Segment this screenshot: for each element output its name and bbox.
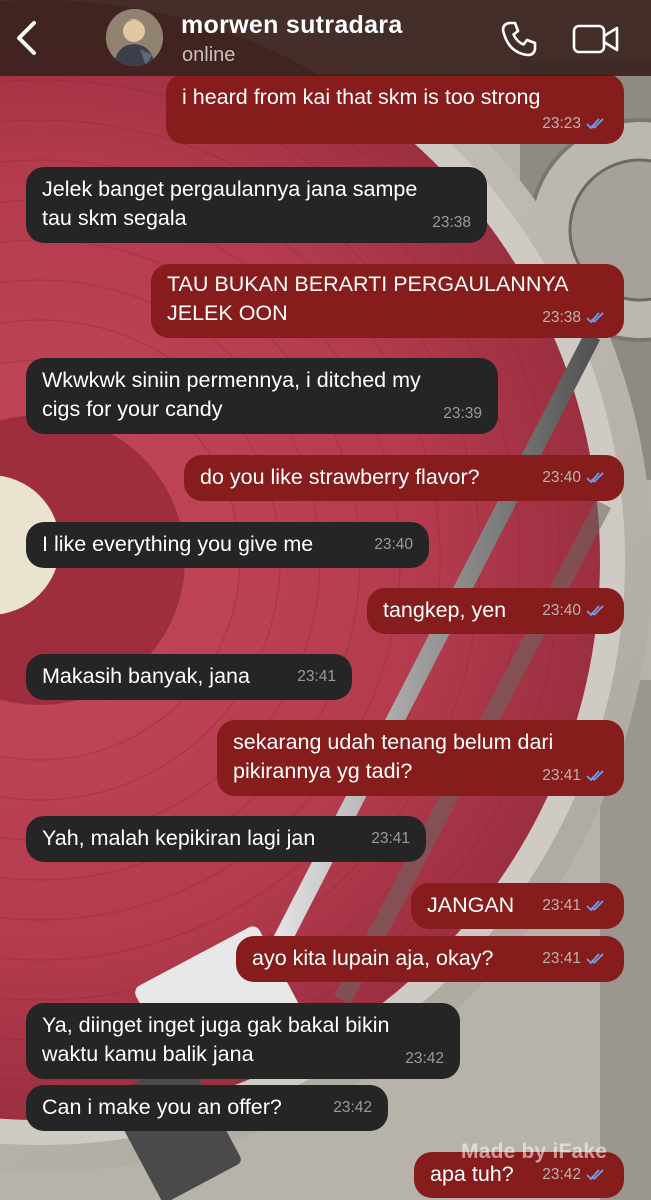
- message-meta: 23:38: [542, 303, 610, 332]
- outgoing-message[interactable]: ayo kita lupain aja, okay? 23:41: [236, 936, 624, 982]
- read-ticks-icon: [586, 953, 604, 965]
- message-meta: 23:41: [542, 891, 610, 920]
- message-text: Ya, diinget inget juga gak bakal bikin w…: [42, 1013, 390, 1066]
- video-call-button[interactable]: [572, 23, 620, 55]
- message-time: 23:38: [432, 214, 471, 231]
- message-time: 23:42: [333, 1099, 372, 1116]
- message-text: Wkwkwk siniin permennya, i ditched my ci…: [42, 368, 421, 421]
- outgoing-message[interactable]: JANGAN 23:41: [411, 883, 624, 929]
- message-time: 23:41: [542, 950, 581, 967]
- message-time: 23:41: [542, 767, 581, 784]
- incoming-message[interactable]: Ya, diinget inget juga gak bakal bikin w…: [26, 1003, 460, 1079]
- message-text: Can i make you an offer?: [42, 1095, 282, 1119]
- chat-header: morwen sutradara online: [0, 0, 651, 76]
- message-time: 23:39: [443, 405, 482, 422]
- message-time: 23:42: [542, 1166, 581, 1183]
- message-meta: 23:42: [405, 1044, 444, 1073]
- read-ticks-icon: [586, 1169, 604, 1181]
- message-meta: 23:40: [374, 530, 413, 559]
- message-meta: 23:40: [542, 463, 610, 492]
- outgoing-message[interactable]: tangkep, yen 23:40: [367, 588, 624, 634]
- incoming-message[interactable]: Makasih banyak, jana 23:41: [26, 654, 352, 700]
- incoming-message[interactable]: Can i make you an offer? 23:42: [26, 1085, 388, 1131]
- contact-name[interactable]: morwen sutradara: [181, 11, 403, 40]
- message-meta: 23:41: [542, 761, 610, 790]
- message-meta: 23:42: [542, 1160, 610, 1189]
- message-text: I like everything you give me: [42, 532, 314, 556]
- read-ticks-icon: [586, 472, 604, 484]
- message-time: 23:40: [542, 469, 581, 486]
- read-ticks-icon: [586, 770, 604, 782]
- contact-avatar[interactable]: [106, 9, 163, 66]
- message-time: 23:23: [542, 115, 581, 132]
- message-meta: 23:38: [432, 208, 471, 237]
- message-meta: 23:40: [542, 596, 610, 625]
- message-time: 23:38: [542, 309, 581, 326]
- outgoing-message[interactable]: TAU BUKAN BERARTI PERGAULANNYA JELEK OON…: [151, 264, 624, 338]
- phone-icon: [501, 21, 537, 57]
- message-meta: 23:41: [371, 824, 410, 853]
- incoming-message[interactable]: Yah, malah kepikiran lagi jan 23:41: [26, 816, 426, 862]
- message-meta: 23:42: [333, 1093, 372, 1122]
- incoming-message[interactable]: Wkwkwk siniin permennya, i ditched my ci…: [26, 358, 498, 434]
- message-time: 23:41: [371, 830, 410, 847]
- video-camera-icon: [572, 24, 619, 54]
- message-meta: 23:23: [542, 109, 610, 138]
- outgoing-message[interactable]: i heard from kai that skm is too strong …: [166, 74, 624, 144]
- message-meta: 23:41: [297, 662, 336, 691]
- message-text: Jelek banget pergaulannya jana sampe tau…: [42, 177, 418, 230]
- incoming-message[interactable]: I like everything you give me 23:40: [26, 522, 429, 568]
- chevron-left-icon: [17, 21, 36, 55]
- read-ticks-icon: [586, 605, 604, 617]
- read-ticks-icon: [586, 900, 604, 912]
- voice-call-button[interactable]: [500, 20, 538, 58]
- message-meta: 23:41: [542, 944, 610, 973]
- message-time: 23:40: [542, 602, 581, 619]
- outgoing-message[interactable]: sekarang udah tenang belum dari pikirann…: [217, 720, 624, 796]
- message-text: Yah, malah kepikiran lagi jan: [42, 826, 316, 850]
- message-time: 23:41: [297, 668, 336, 685]
- back-button[interactable]: [10, 18, 44, 58]
- message-meta: 23:39: [443, 399, 482, 428]
- watermark: Made by iFake: [461, 1140, 608, 1163]
- read-ticks-icon: [586, 312, 604, 324]
- message-text: i heard from kai that skm is too strong: [182, 85, 541, 109]
- avatar-image: [106, 9, 163, 66]
- outgoing-message[interactable]: do you like strawberry flavor? 23:40: [184, 455, 624, 501]
- message-time: 23:40: [374, 536, 413, 553]
- read-ticks-icon: [586, 118, 604, 130]
- message-text: Makasih banyak, jana: [42, 664, 250, 688]
- contact-status: online: [182, 44, 236, 66]
- message-time: 23:42: [405, 1050, 444, 1067]
- message-time: 23:41: [542, 897, 581, 914]
- incoming-message[interactable]: Jelek banget pergaulannya jana sampe tau…: [26, 167, 487, 243]
